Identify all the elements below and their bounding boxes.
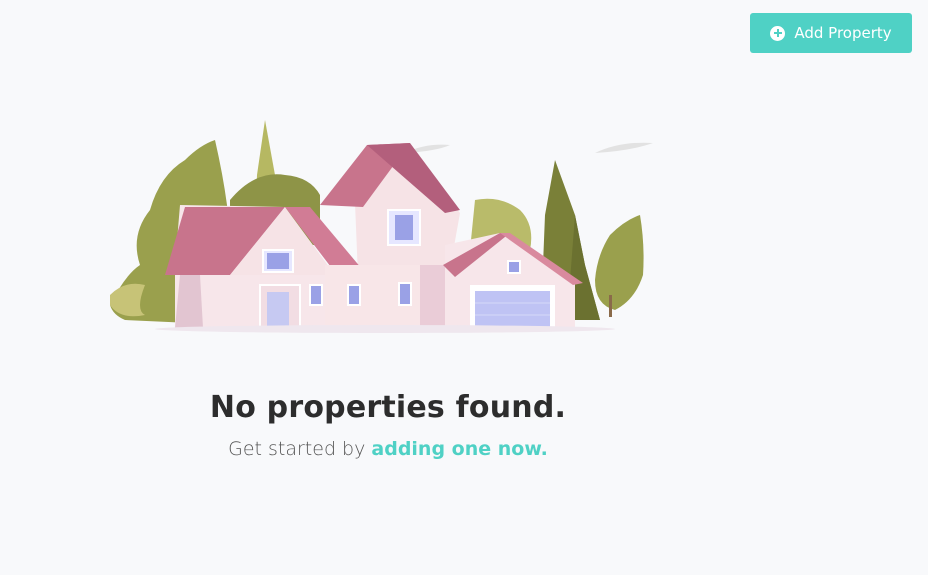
page: Add Property No properties found. Get st… bbox=[0, 0, 928, 575]
empty-state-title: No properties found. bbox=[209, 390, 567, 425]
empty-state-subtitle: Get started by adding one now. bbox=[118, 438, 658, 460]
empty-state-subtitle-text: Get started by bbox=[228, 438, 372, 460]
add-property-button-label: Add Property bbox=[794, 24, 892, 42]
add-property-link[interactable]: adding one now. bbox=[371, 438, 548, 460]
house-illustration bbox=[110, 120, 653, 333]
add-property-button[interactable]: Add Property bbox=[750, 13, 912, 53]
plus-circle-icon bbox=[770, 25, 786, 41]
